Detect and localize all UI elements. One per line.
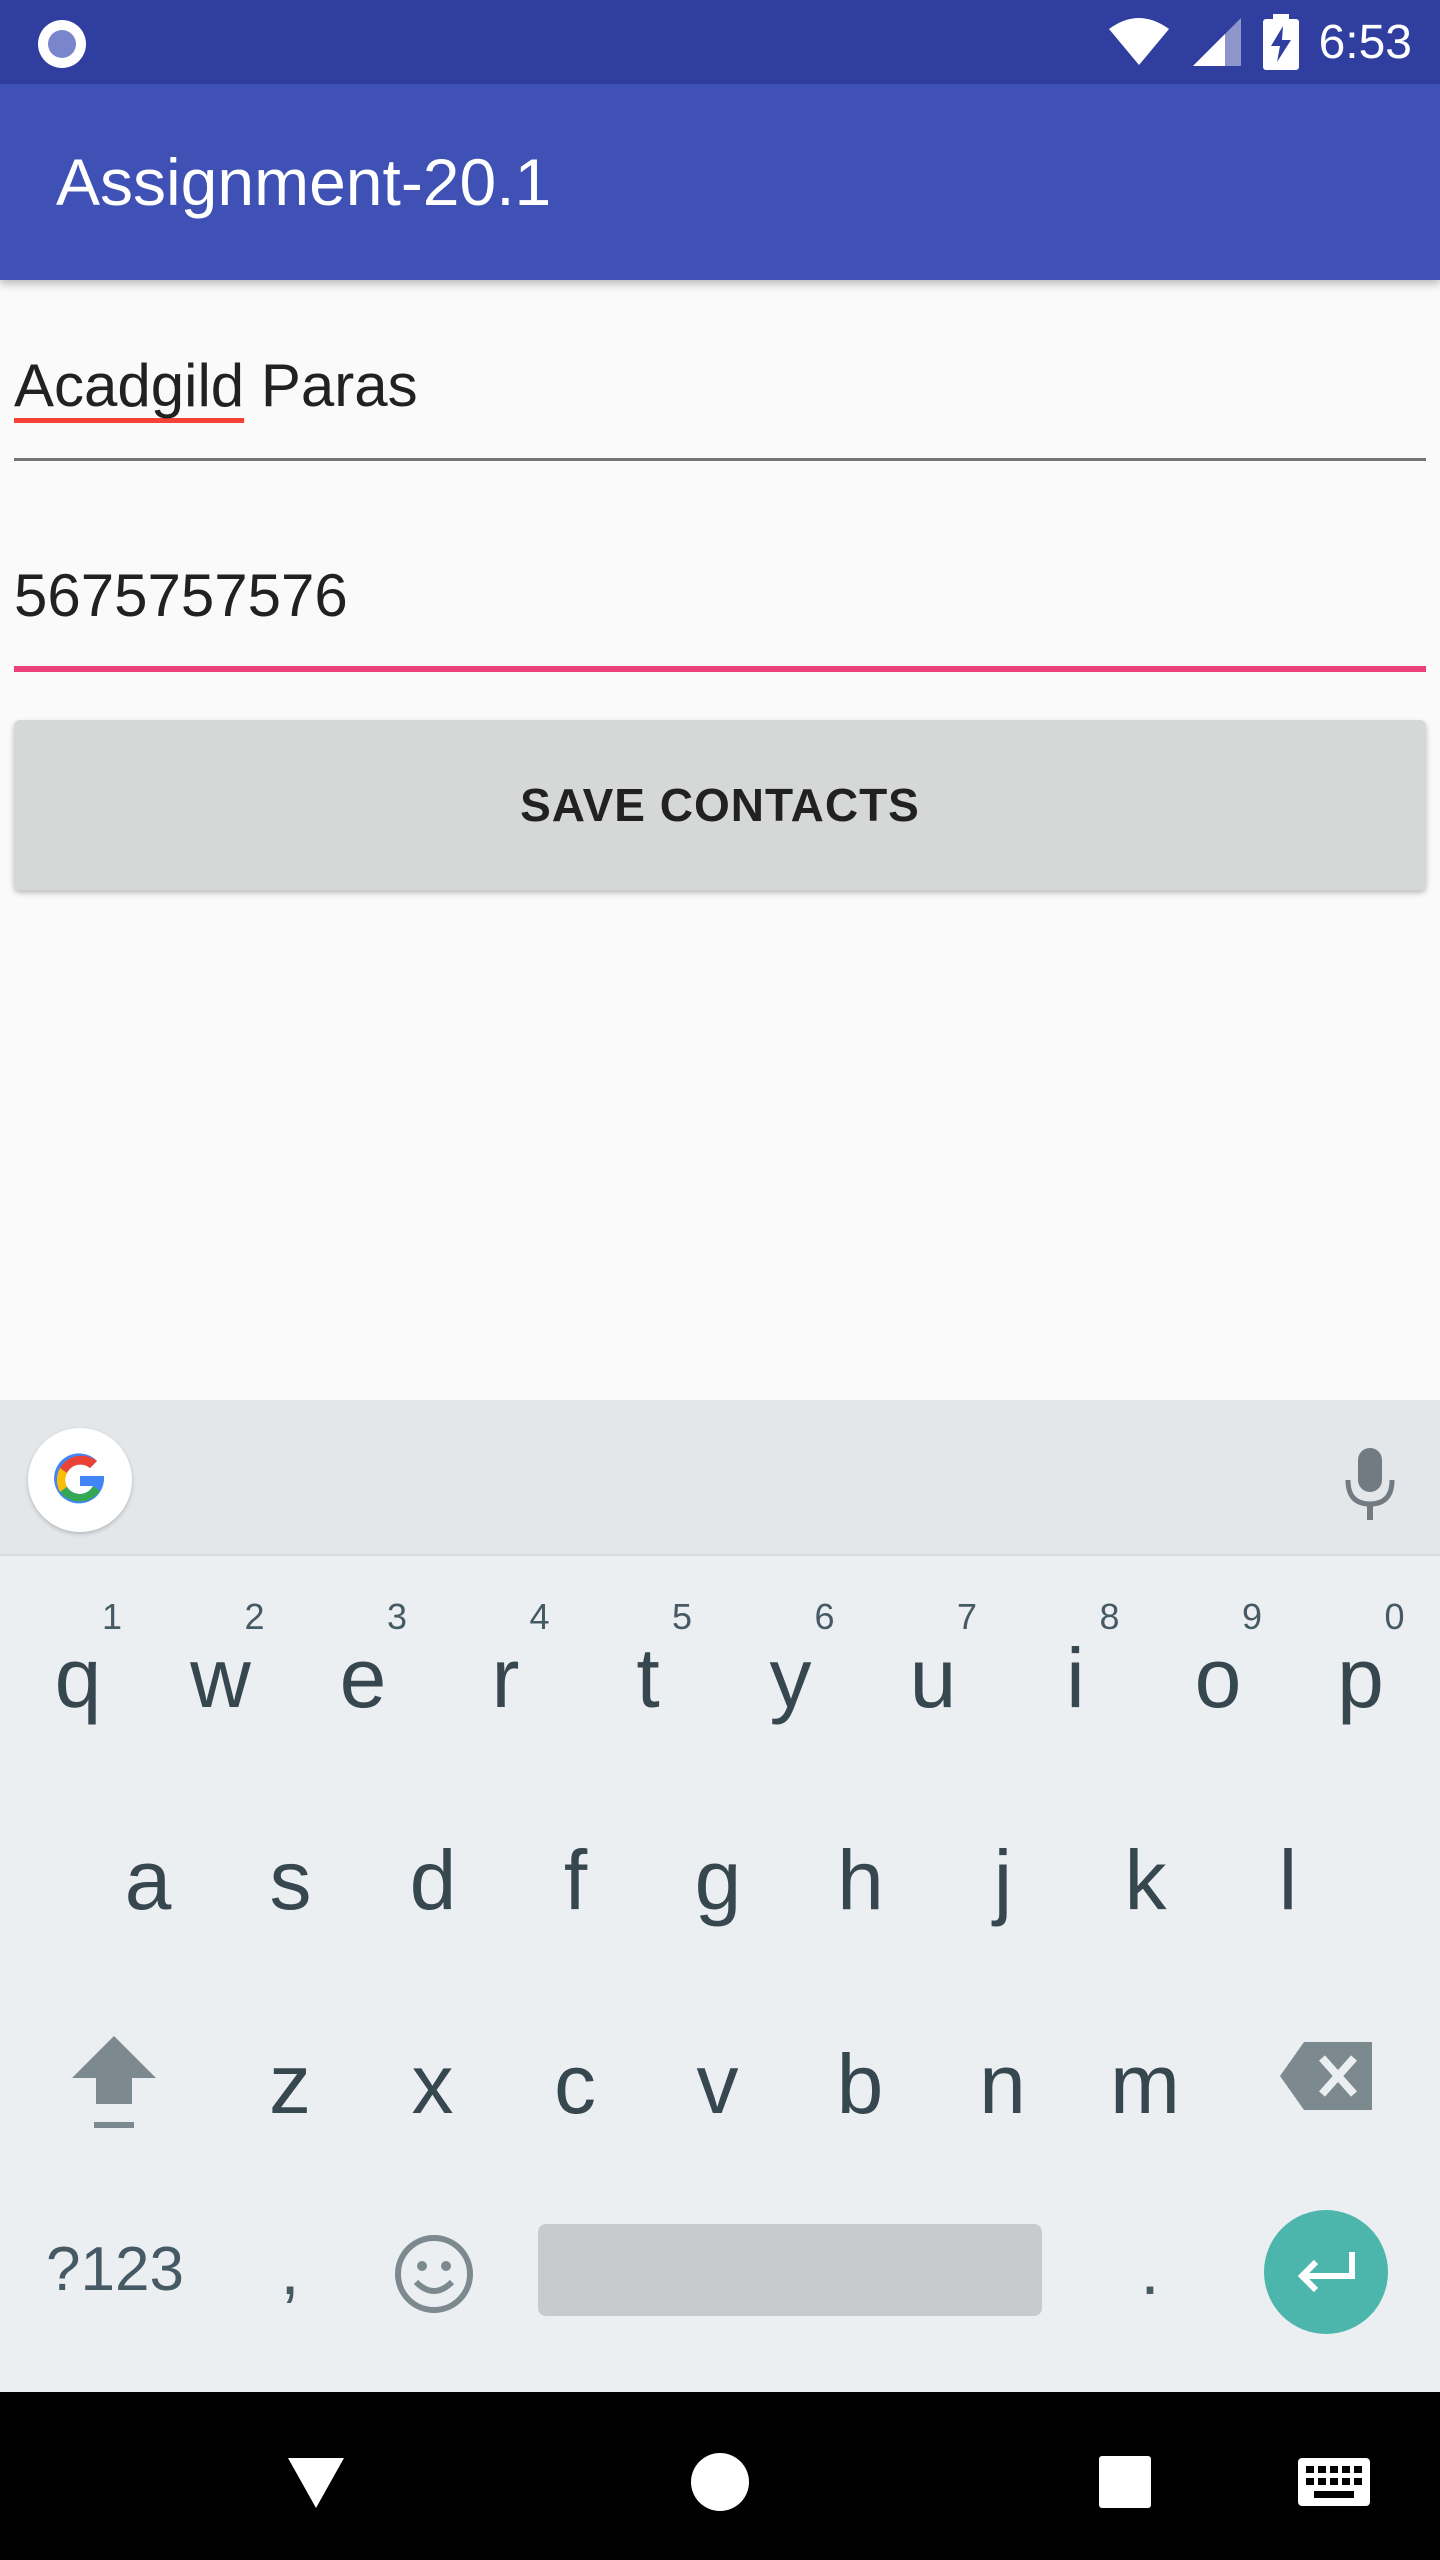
shift-icon[interactable] bbox=[64, 2030, 164, 2140]
backspace-icon[interactable] bbox=[1278, 2036, 1378, 2116]
recents-icon[interactable] bbox=[1085, 2442, 1165, 2522]
key-q[interactable]: q1 bbox=[8, 1596, 148, 1770]
key-label: p bbox=[1337, 1631, 1384, 1725]
key-t[interactable]: t5 bbox=[578, 1596, 718, 1770]
signal-icon bbox=[1192, 18, 1241, 66]
key-o[interactable]: o9 bbox=[1148, 1596, 1288, 1770]
name-field-underline bbox=[14, 458, 1426, 461]
key-label: n bbox=[979, 2037, 1026, 2131]
key-label: x bbox=[411, 2037, 454, 2131]
key-e[interactable]: e3 bbox=[293, 1596, 433, 1770]
key-label: c bbox=[554, 2037, 596, 2131]
key-label: d bbox=[409, 1833, 457, 1927]
status-bar: 6:53 bbox=[0, 0, 1440, 84]
key-x[interactable]: x bbox=[363, 2016, 503, 2176]
name-field[interactable]: Acadgild Paras bbox=[14, 350, 1426, 422]
key-b[interactable]: b bbox=[790, 2016, 930, 2176]
key-number-hint: 9 bbox=[1241, 1596, 1262, 1637]
emoji-icon[interactable] bbox=[392, 2232, 476, 2316]
phone-field-underline-focused bbox=[14, 666, 1426, 672]
key-r[interactable]: r4 bbox=[436, 1596, 576, 1770]
back-icon[interactable] bbox=[276, 2442, 356, 2522]
key-f[interactable]: f bbox=[506, 1812, 646, 1972]
period-key[interactable]: . bbox=[1100, 2220, 1200, 2320]
key-j[interactable]: j bbox=[933, 1812, 1073, 1972]
key-label: q bbox=[54, 1631, 102, 1725]
app-title: Assignment-20.1 bbox=[56, 145, 552, 219]
google-icon[interactable] bbox=[28, 1428, 132, 1532]
key-g[interactable]: g bbox=[648, 1812, 788, 1972]
phone-field-value: 5675757576 bbox=[14, 562, 348, 629]
key-number-hint: 6 bbox=[814, 1596, 835, 1637]
key-label: l bbox=[1278, 1833, 1298, 1927]
key-h[interactable]: h bbox=[791, 1812, 931, 1972]
key-label: g bbox=[694, 1833, 742, 1927]
app-bar: Assignment-20.1 bbox=[0, 84, 1440, 280]
key-label: k bbox=[1124, 1833, 1167, 1927]
notification-dot-icon bbox=[38, 20, 86, 68]
key-label: e bbox=[339, 1631, 387, 1725]
home-icon[interactable] bbox=[680, 2442, 760, 2522]
key-y[interactable]: y6 bbox=[721, 1596, 861, 1770]
misspelled-word: Acadgild bbox=[14, 352, 245, 419]
key-number-hint: 0 bbox=[1384, 1596, 1405, 1637]
status-icons: 6:53 bbox=[1107, 0, 1412, 84]
key-i[interactable]: i8 bbox=[1006, 1596, 1146, 1770]
key-k[interactable]: k bbox=[1076, 1812, 1216, 1972]
key-label: z bbox=[269, 2037, 311, 2131]
key-label: v bbox=[696, 2037, 739, 2131]
symbols-key[interactable]: ?123 bbox=[20, 2220, 210, 2320]
suggestion-bar bbox=[0, 1400, 1440, 1556]
key-number-hint: 4 bbox=[529, 1596, 550, 1637]
key-number-hint: 5 bbox=[671, 1596, 692, 1637]
key-label: s bbox=[269, 1833, 312, 1927]
space-key[interactable] bbox=[538, 2224, 1042, 2316]
key-c[interactable]: c bbox=[505, 2016, 645, 2176]
key-label: h bbox=[837, 1833, 884, 1927]
key-d[interactable]: d bbox=[363, 1812, 503, 1972]
key-label: i bbox=[1066, 1631, 1085, 1725]
key-label: t bbox=[636, 1631, 660, 1725]
key-label: u bbox=[909, 1631, 957, 1725]
key-l[interactable]: l bbox=[1218, 1812, 1358, 1972]
key-n[interactable]: n bbox=[933, 2016, 1073, 2176]
comma-key[interactable]: , bbox=[240, 2220, 340, 2320]
mic-icon[interactable] bbox=[1340, 1444, 1400, 1524]
key-label: o bbox=[1194, 1631, 1242, 1725]
battery-charging-icon bbox=[1262, 14, 1299, 70]
key-label: y bbox=[769, 1631, 812, 1725]
key-w[interactable]: w2 bbox=[151, 1596, 291, 1770]
name-field-rest: Paras bbox=[244, 352, 418, 419]
key-v[interactable]: v bbox=[648, 2016, 788, 2176]
key-label: w bbox=[190, 1631, 251, 1725]
key-label: j bbox=[993, 1833, 1013, 1927]
key-m[interactable]: m bbox=[1075, 2016, 1215, 2176]
status-time: 6:53 bbox=[1318, 15, 1412, 69]
enter-icon[interactable] bbox=[1264, 2210, 1388, 2334]
key-label: b bbox=[836, 2037, 884, 2131]
key-s[interactable]: s bbox=[221, 1812, 361, 1972]
key-u[interactable]: u7 bbox=[863, 1596, 1003, 1770]
wifi-icon bbox=[1108, 18, 1169, 65]
key-number-hint: 2 bbox=[244, 1596, 265, 1637]
key-number-hint: 1 bbox=[101, 1596, 122, 1637]
key-p[interactable]: p0 bbox=[1291, 1596, 1431, 1770]
key-a[interactable]: a bbox=[78, 1812, 218, 1972]
phone-field[interactable]: 5675757576 bbox=[14, 560, 1426, 632]
key-number-hint: 8 bbox=[1099, 1596, 1120, 1637]
navigation-bar bbox=[0, 2392, 1440, 2560]
key-label: a bbox=[124, 1833, 172, 1927]
key-label: f bbox=[563, 1833, 588, 1927]
key-number-hint: 7 bbox=[956, 1596, 977, 1637]
key-z[interactable]: z bbox=[220, 2016, 360, 2176]
soft-keyboard: q1w2e3r4t5y6u7i8o9p0 asdfghjkl zxcvbnm ?… bbox=[0, 1400, 1440, 2392]
key-number-hint: 3 bbox=[386, 1596, 407, 1637]
keyboard-switch-icon[interactable] bbox=[1296, 2442, 1372, 2522]
name-field-value: Acadgild Paras bbox=[14, 350, 1426, 422]
key-label: r bbox=[491, 1631, 520, 1725]
key-label: m bbox=[1110, 2037, 1180, 2131]
save-contacts-button[interactable]: SAVE CONTACTS bbox=[14, 720, 1426, 890]
